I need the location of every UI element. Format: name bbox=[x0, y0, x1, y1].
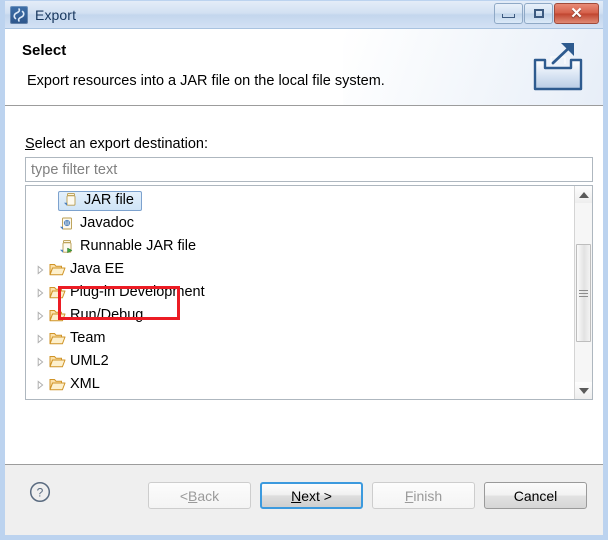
dialog-button-row: < Back Next > Finish Cancel bbox=[148, 482, 587, 509]
tree-item-label: Plug-in Development bbox=[70, 284, 205, 301]
maximize-button[interactable] bbox=[524, 3, 553, 24]
scroll-down-button[interactable] bbox=[575, 382, 592, 399]
window-title: Export bbox=[35, 6, 77, 23]
expand-arrow-icon[interactable] bbox=[32, 379, 48, 390]
help-button[interactable]: ? bbox=[29, 481, 51, 508]
next-button[interactable]: Next > bbox=[260, 482, 363, 509]
destination-label-text: elect an export destination: bbox=[34, 136, 208, 152]
wizard-header: Select Export resources into a JAR file … bbox=[5, 29, 603, 106]
export-dialog-window: Export ✕ Select Export resources into a … bbox=[0, 0, 608, 540]
scroll-up-button[interactable] bbox=[575, 186, 592, 203]
tree-vertical-scrollbar[interactable] bbox=[574, 186, 592, 399]
minimize-button[interactable] bbox=[494, 3, 523, 24]
dialog-body: Select an export destination: JAR file Ja… bbox=[5, 106, 603, 464]
tree-item-label: JAR file bbox=[84, 191, 134, 208]
tree-row[interactable]: Javadoc bbox=[26, 212, 574, 235]
scrollbar-track[interactable] bbox=[575, 203, 592, 382]
minimize-icon bbox=[502, 14, 515, 18]
tree-row[interactable]: Plug-in Development bbox=[26, 281, 574, 304]
tree-row[interactable]: Run/Debug bbox=[26, 304, 574, 327]
expand-arrow-icon[interactable] bbox=[32, 287, 48, 298]
tree-row[interactable]: UML2 bbox=[26, 350, 574, 373]
export-destination-tree[interactable]: JAR file Javadoc Runnable JAR file Java EE P… bbox=[25, 185, 593, 400]
close-button[interactable]: ✕ bbox=[554, 3, 599, 24]
filter-input[interactable] bbox=[25, 157, 593, 182]
tree-row[interactable]: Java EE bbox=[26, 258, 574, 281]
button-label-pre: < bbox=[179, 487, 189, 504]
destination-label: Select an export destination: bbox=[25, 136, 208, 152]
tree-row[interactable]: Runnable JAR file bbox=[26, 235, 574, 258]
destination-label-accel: S bbox=[25, 136, 35, 152]
tree-item-label: Javadoc bbox=[80, 215, 135, 232]
close-icon: ✕ bbox=[570, 5, 583, 22]
tree-selection-highlight: JAR file bbox=[58, 190, 142, 211]
title-bar[interactable]: Export ✕ bbox=[5, 1, 603, 29]
button-label-post: ack bbox=[197, 487, 220, 504]
tree-item-label: Team bbox=[70, 330, 106, 347]
expand-arrow-icon[interactable] bbox=[32, 333, 48, 344]
tree-item-label: UML2 bbox=[70, 353, 109, 370]
chevron-down-icon bbox=[578, 387, 589, 394]
svg-text:?: ? bbox=[37, 486, 44, 500]
expand-arrow-icon[interactable] bbox=[32, 264, 48, 275]
page-description: Export resources into a JAR file on the … bbox=[27, 73, 385, 89]
scrollbar-thumb[interactable] bbox=[576, 244, 591, 342]
folder-icon bbox=[48, 354, 66, 369]
window-controls: ✕ bbox=[494, 3, 599, 24]
folder-icon bbox=[48, 308, 66, 323]
expand-arrow-icon[interactable] bbox=[32, 356, 48, 367]
button-label-post: inish bbox=[413, 487, 443, 504]
page-title: Select bbox=[22, 42, 67, 59]
button-label-accel: N bbox=[291, 487, 302, 504]
tree-list[interactable]: JAR file Javadoc Runnable JAR file Java EE P… bbox=[26, 186, 574, 399]
tree-row[interactable]: JAR file bbox=[26, 189, 574, 212]
grip-icon bbox=[579, 288, 588, 299]
back-button: < Back bbox=[148, 482, 251, 509]
dialog-footer: ? < Back Next > Finish Cancel bbox=[5, 464, 603, 535]
maximize-icon bbox=[533, 9, 544, 18]
finish-button: Finish bbox=[372, 482, 475, 509]
eclipse-icon bbox=[10, 5, 28, 24]
export-arrow-icon bbox=[527, 37, 589, 99]
folder-icon bbox=[48, 285, 66, 300]
runnable-jar-icon bbox=[58, 239, 76, 255]
tree-row[interactable]: Team bbox=[26, 327, 574, 350]
javadoc-icon bbox=[58, 216, 76, 232]
button-label-post: ext > bbox=[301, 487, 332, 504]
button-label-accel: B bbox=[188, 487, 198, 504]
jar-file-icon bbox=[62, 192, 80, 208]
cancel-button[interactable]: Cancel bbox=[484, 482, 587, 509]
tree-item-label: Run/Debug bbox=[70, 307, 144, 324]
folder-icon bbox=[48, 331, 66, 346]
expand-arrow-icon[interactable] bbox=[32, 310, 48, 321]
tree-item-label: XML bbox=[70, 376, 100, 393]
chevron-up-icon bbox=[578, 191, 589, 198]
folder-icon bbox=[48, 377, 66, 392]
tree-row[interactable]: XML bbox=[26, 373, 574, 396]
folder-icon bbox=[48, 262, 66, 277]
tree-item-label: Runnable JAR file bbox=[80, 238, 197, 255]
button-label-post: Cancel bbox=[513, 487, 558, 504]
tree-item-label: Java EE bbox=[70, 261, 124, 278]
button-label-accel: F bbox=[404, 487, 414, 504]
